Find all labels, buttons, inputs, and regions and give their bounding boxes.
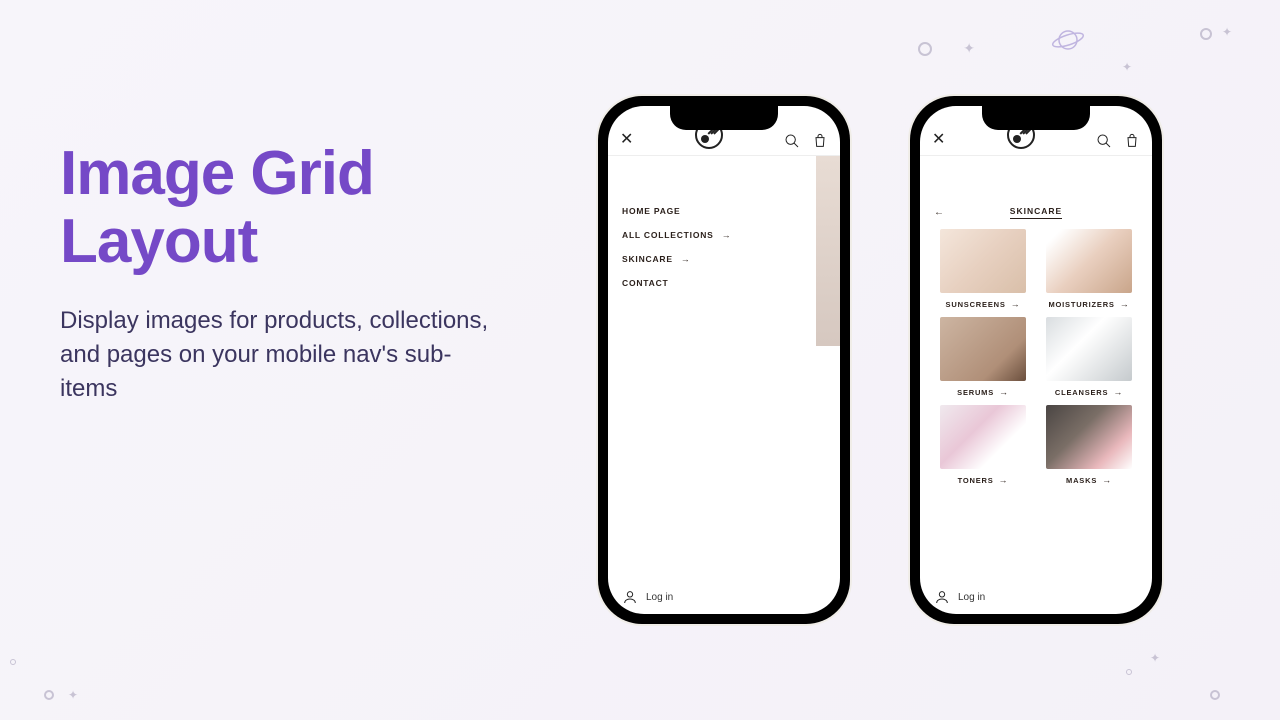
cart-icon[interactable] [1124,133,1140,149]
sparkle-icon: ✦ [1122,60,1132,74]
menu-item-label: SKINCARE [622,254,673,264]
arrow-right-icon: → [1011,299,1021,309]
close-icon[interactable]: ✕ [620,129,633,149]
login-label: Log in [646,592,673,603]
grid-tile-toners[interactable]: TONERS → [936,405,1030,485]
menu-item-label: ALL COLLECTIONS [622,230,714,240]
arrow-right-icon: → [1120,299,1130,309]
tile-label: MOISTURIZERS [1048,300,1114,309]
hero-title: Image Grid Layout [60,140,500,276]
tile-image [940,229,1026,293]
user-icon [934,589,950,605]
user-icon [622,589,638,605]
phone-notch [670,106,778,130]
sparkle-icon: ✦ [1150,651,1160,665]
grid-tile-serums[interactable]: SERUMS → [936,317,1030,397]
deco-circle [918,42,932,56]
menu-item-contact[interactable]: CONTACT [622,278,826,288]
grid-tile-sunscreens[interactable]: SUNSCREENS → [936,229,1030,309]
tile-label: CLEANSERS [1055,388,1108,397]
phone-mockup-menu: ✕ HOME PAGE ALL COLLECTIONS [598,96,850,624]
tile-label: SERUMS [957,388,994,397]
menu-item-label: CONTACT [622,278,669,288]
hero-subtitle: Display images for products, collections… [60,304,500,405]
deco-ring [1210,690,1220,700]
search-icon[interactable] [784,133,800,149]
arrow-right-icon: → [681,254,691,264]
tile-image [1046,317,1132,381]
tile-image [940,405,1026,469]
deco-ring [44,690,54,700]
arrow-right-icon: → [1113,387,1123,397]
tile-label: SUNSCREENS [946,300,1006,309]
menu-item-home[interactable]: HOME PAGE [622,206,826,216]
login-link[interactable]: Log in [920,580,1152,614]
tile-image [1046,405,1132,469]
arrow-right-icon: → [1102,475,1112,485]
tile-label: TONERS [958,476,994,485]
grid-tile-masks[interactable]: MASKS → [1042,405,1136,485]
sparkle-icon: ✦ [68,688,78,702]
deco-ring [1126,669,1132,675]
deco-ring [10,659,16,665]
search-icon[interactable] [1096,133,1112,149]
cart-icon[interactable] [812,133,828,149]
tile-label: MASKS [1066,476,1097,485]
tile-image [940,317,1026,381]
arrow-right-icon: → [722,230,732,240]
close-icon[interactable]: ✕ [932,129,945,149]
phone-mockup-grid: ✕ ← SKINCARE [910,96,1162,624]
back-icon[interactable]: ← [934,207,944,218]
deco-ring [1200,28,1212,40]
menu-item-skincare[interactable]: SKINCARE → [622,254,826,264]
sparkle-icon: ✦ [1222,25,1232,39]
tile-image [1046,229,1132,293]
arrow-right-icon: → [999,475,1009,485]
phone-notch [982,106,1090,130]
submenu-title: SKINCARE [1010,206,1062,219]
planet-icon [1051,28,1085,52]
arrow-right-icon: → [999,387,1009,397]
menu-item-collections[interactable]: ALL COLLECTIONS → [622,230,826,240]
sparkle-icon: ✦ [963,40,975,57]
grid-tile-moisturizers[interactable]: MOISTURIZERS → [1042,229,1136,309]
menu-item-label: HOME PAGE [622,206,681,216]
login-label: Log in [958,592,985,603]
login-link[interactable]: Log in [608,580,840,614]
grid-tile-cleansers[interactable]: CLEANSERS → [1042,317,1136,397]
